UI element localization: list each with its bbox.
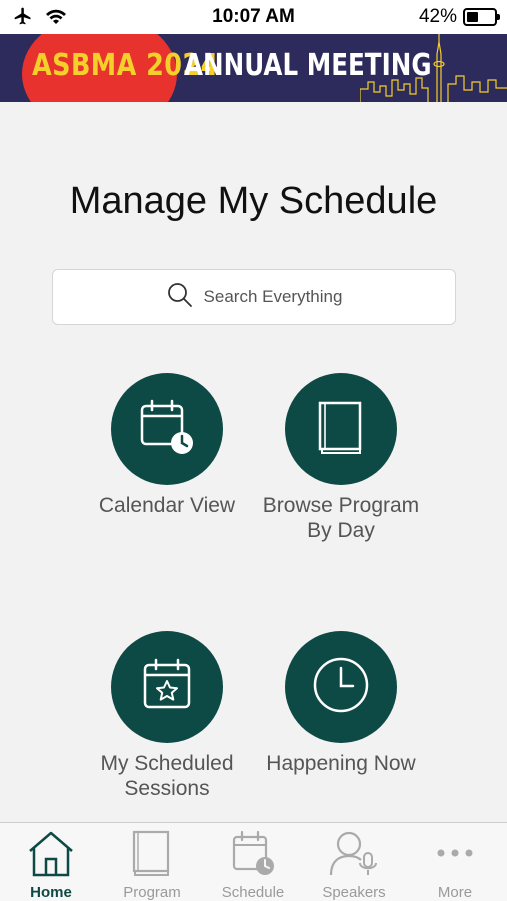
status-right: 42%	[418, 6, 500, 28]
tile-calendar-view[interactable]: Calendar View	[77, 373, 257, 518]
tile-label: Calendar View	[98, 494, 236, 517]
tile-my-scheduled-sessions[interactable]: My Scheduled Sessions	[77, 631, 257, 801]
tile-circle	[111, 373, 223, 485]
skyline-graphic	[360, 34, 507, 102]
tab-home[interactable]: Home	[1, 829, 101, 901]
book-icon	[314, 397, 368, 462]
tab-program[interactable]: Program	[102, 829, 202, 901]
more-dots-icon	[430, 849, 480, 881]
book-icon	[129, 830, 175, 881]
tab-schedule[interactable]: Schedule	[203, 829, 303, 901]
bottom-tab-bar: Home Program Schedule Speakers More	[0, 822, 507, 901]
tab-label: Schedule	[221, 884, 285, 901]
battery-percent: 42%	[418, 6, 457, 27]
tile-happening-now[interactable]: Happening Now	[251, 631, 431, 776]
battery-nub	[497, 14, 500, 20]
tile-circle	[285, 631, 397, 743]
tile-browse-program[interactable]: Browse Program By Day	[251, 373, 431, 543]
calendar-clock-icon	[137, 397, 197, 462]
event-banner: ASBMA 2024 ANNUAL MEETING	[0, 34, 507, 102]
tile-label: Happening Now	[266, 752, 416, 775]
search-icon	[166, 281, 194, 314]
tile-circle	[285, 373, 397, 485]
tab-speakers[interactable]: Speakers	[304, 829, 404, 901]
tab-label: Program	[123, 884, 181, 901]
clock-icon	[311, 655, 371, 720]
speaker-icon	[329, 831, 379, 881]
tab-label: More	[437, 884, 473, 901]
calendar-star-icon	[139, 656, 195, 719]
battery-fill	[467, 12, 478, 22]
search-input[interactable]: Search Everything	[52, 269, 456, 325]
tile-label: Browse Program By Day	[262, 494, 420, 542]
tile-circle	[111, 631, 223, 743]
battery-icon	[463, 8, 500, 26]
tab-label: Home	[30, 884, 72, 901]
page-title: Manage My Schedule	[69, 180, 438, 222]
search-placeholder: Search Everything	[203, 287, 343, 306]
home-icon	[26, 831, 76, 881]
status-bar: 10:07 AM 42%	[0, 0, 507, 34]
tile-label: My Scheduled Sessions	[100, 752, 234, 800]
tab-label: Speakers	[322, 884, 386, 901]
calendar-clock-icon	[230, 830, 276, 881]
tab-more[interactable]: More	[405, 829, 505, 901]
